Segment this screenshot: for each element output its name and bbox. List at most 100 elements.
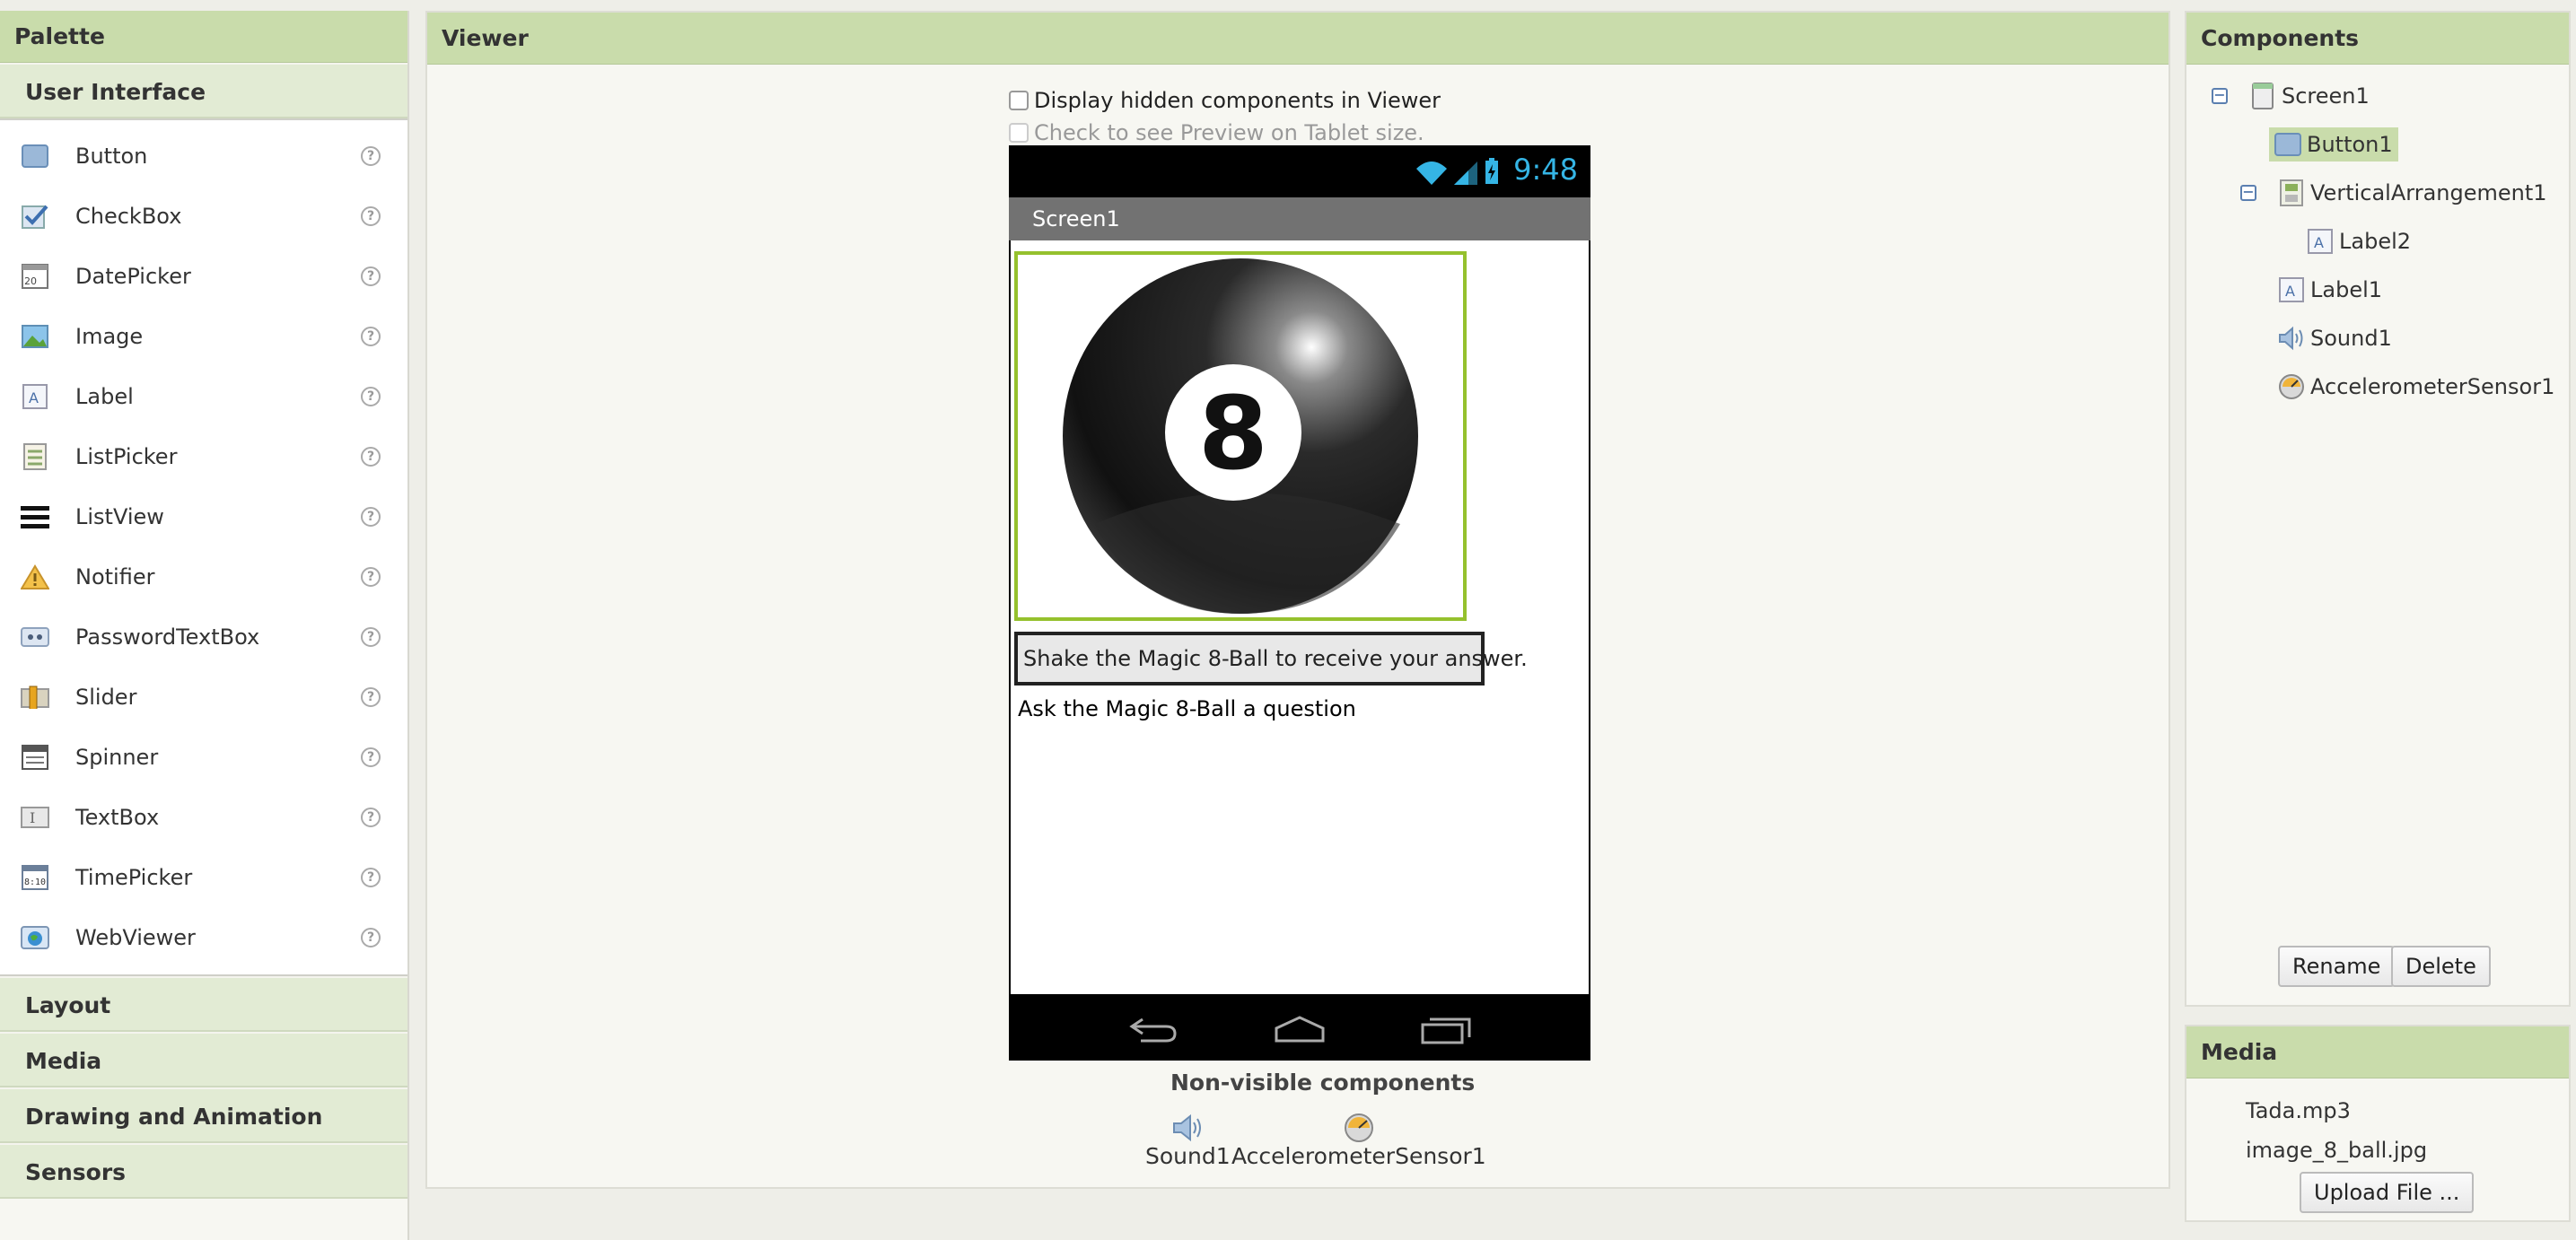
home-icon[interactable] (1273, 1014, 1327, 1044)
drawer-media[interactable]: Media (0, 1032, 407, 1087)
palette-item-label: ListPicker (75, 443, 178, 469)
listpicker-icon (20, 442, 50, 471)
palette-item-spinner[interactable]: Spinner ? (0, 727, 407, 787)
drawer-drawing-and-animation[interactable]: Drawing and Animation (0, 1087, 407, 1143)
help-icon[interactable]: ? (361, 145, 381, 166)
palette-item-label-component[interactable]: A Label ? (0, 366, 407, 426)
timepicker-icon: 8:10 (20, 863, 50, 892)
tree-label: AccelerometerSensor1 (2310, 374, 2555, 399)
tree-item-label2[interactable]: A Label2 (2307, 228, 2411, 255)
phone-screen: 8 Shake the Magic 8-Ball to receive your… (1011, 240, 1589, 994)
help-icon[interactable]: ? (361, 326, 381, 346)
help-icon[interactable]: ? (361, 266, 381, 286)
palette-item-label: Image (75, 323, 144, 349)
palette-item-webviewer[interactable]: WebViewer ? (0, 907, 407, 967)
palette-title: Palette (0, 11, 407, 63)
palette-item-passwordtextbox[interactable]: PasswordTextBox ? (0, 607, 407, 667)
help-icon[interactable]: ? (361, 446, 381, 467)
tree-label: VerticalArrangement1 (2310, 180, 2547, 205)
help-icon[interactable]: ? (361, 566, 381, 587)
media-file-tada[interactable]: Tada.mp3 (2246, 1098, 2351, 1123)
nonvisible-accelerometer[interactable]: AccelerometerSensor1 (1231, 1113, 1486, 1169)
help-icon[interactable]: ? (361, 506, 381, 527)
nonvisible-label: Sound1 (1145, 1143, 1231, 1169)
battery-icon (1485, 158, 1498, 184)
help-icon[interactable]: ? (361, 807, 381, 827)
palette-item-button[interactable]: Button ? (0, 126, 407, 186)
palette-item-label: PasswordTextBox (75, 624, 260, 650)
palette-item-textbox[interactable]: I TextBox ? (0, 787, 407, 847)
datepicker-icon: 20 (20, 262, 50, 291)
delete-button[interactable]: Delete (2391, 946, 2491, 987)
shake-button[interactable]: Shake the Magic 8-Ball to receive your a… (1014, 632, 1528, 685)
components-panel: Components − Screen1 Button1 − VerticalA… (2185, 11, 2571, 1007)
tree-label: Button1 (2307, 132, 2393, 157)
collapse-vertical-arrangement-icon[interactable]: − (2240, 185, 2256, 201)
palette-item-label: CheckBox (75, 203, 182, 229)
listview-icon (20, 502, 50, 531)
svg-text:I: I (30, 809, 35, 826)
svg-text:A: A (2285, 283, 2295, 300)
drawer-sensors[interactable]: Sensors (0, 1143, 407, 1199)
tree-item-verticalarrangement1[interactable]: VerticalArrangement1 (2278, 179, 2547, 206)
palette-item-label: WebViewer (75, 924, 196, 950)
help-icon[interactable]: ? (361, 205, 381, 226)
viewer-panel: Viewer Display hidden components in View… (425, 11, 2170, 1189)
image-component[interactable]: 8 (1014, 251, 1467, 621)
help-icon[interactable]: ? (361, 686, 381, 707)
tree-item-screen1[interactable]: Screen1 (2249, 83, 2370, 109)
palette-item-image[interactable]: Image ? (0, 306, 407, 366)
palette-item-timepicker[interactable]: 8:10 TimePicker ? (0, 847, 407, 907)
hidden-components-checkbox[interactable] (1009, 91, 1029, 110)
screen-titlebar: Screen1 (1009, 197, 1590, 240)
palette-item-label: DatePicker (75, 263, 191, 289)
palette-item-checkbox[interactable]: CheckBox ? (0, 186, 407, 246)
question-label[interactable]: Ask the Magic 8-Ball a question (1018, 696, 1356, 721)
tree-item-sound1[interactable]: Sound1 (2278, 325, 2392, 352)
collapse-screen1-icon[interactable]: − (2212, 88, 2228, 104)
media-title: Media (2186, 1026, 2569, 1078)
help-icon[interactable]: ? (361, 386, 381, 406)
tree-item-label1[interactable]: A Label1 (2278, 276, 2382, 303)
hidden-components-toggle[interactable]: Display hidden components in Viewer (1009, 88, 1441, 113)
tree-item-button1[interactable]: Button1 (2269, 127, 2398, 162)
help-icon[interactable]: ? (361, 747, 381, 767)
media-file-8-ball-image[interactable]: image_8_ball.jpg (2246, 1138, 2427, 1163)
phone-preview: 9:48 Screen1 8 Shake the Magic 8-Ball to… (1009, 145, 1590, 1061)
tablet-preview-toggle[interactable]: Check to see Preview on Tablet size. (1009, 120, 1424, 145)
palette-item-notifier[interactable]: Notifier ? (0, 546, 407, 607)
svg-text:A: A (2314, 234, 2324, 251)
palette-item-list: Button ? CheckBox ? 20 DatePicker ? Imag… (0, 118, 407, 976)
checkbox-icon (20, 202, 50, 231)
help-icon[interactable]: ? (361, 867, 381, 887)
drawer-layout[interactable]: Layout (0, 976, 407, 1032)
tree-label: Label2 (2339, 229, 2412, 254)
tablet-preview-checkbox[interactable] (1009, 123, 1029, 143)
help-icon[interactable]: ? (361, 626, 381, 647)
palette-item-listpicker[interactable]: ListPicker ? (0, 426, 407, 486)
upload-file-button[interactable]: Upload File ... (2300, 1172, 2475, 1213)
palette-item-label: Notifier (75, 563, 155, 589)
palette-item-slider[interactable]: Slider ? (0, 667, 407, 727)
recent-apps-icon[interactable] (1419, 1014, 1473, 1044)
accelerometer-icon (1344, 1113, 1373, 1142)
palette-item-label: Slider (75, 684, 137, 710)
speaker-icon (1173, 1113, 1202, 1142)
palette-item-label: TimePicker (75, 864, 193, 890)
nonvisible-sound1[interactable]: Sound1 (1145, 1113, 1231, 1169)
palette-item-listview[interactable]: ListView ? (0, 486, 407, 546)
rename-button[interactable]: Rename (2278, 946, 2396, 987)
tree-item-accelerometersensor1[interactable]: AccelerometerSensor1 (2278, 373, 2554, 400)
components-title: Components (2186, 13, 2569, 65)
passwordtextbox-icon (20, 623, 50, 651)
tree-label: Screen1 (2282, 83, 2370, 109)
drawer-user-interface[interactable]: User Interface (0, 63, 407, 118)
back-icon[interactable] (1126, 1014, 1180, 1044)
help-icon[interactable]: ? (361, 927, 381, 947)
android-nav-bar (1009, 998, 1590, 1061)
nonvisible-label: AccelerometerSensor1 (1231, 1143, 1486, 1169)
palette-item-datepicker[interactable]: 20 DatePicker ? (0, 246, 407, 306)
wifi-icon (1416, 162, 1447, 185)
screen-icon (2249, 83, 2276, 109)
hidden-components-label: Display hidden components in Viewer (1034, 88, 1441, 113)
